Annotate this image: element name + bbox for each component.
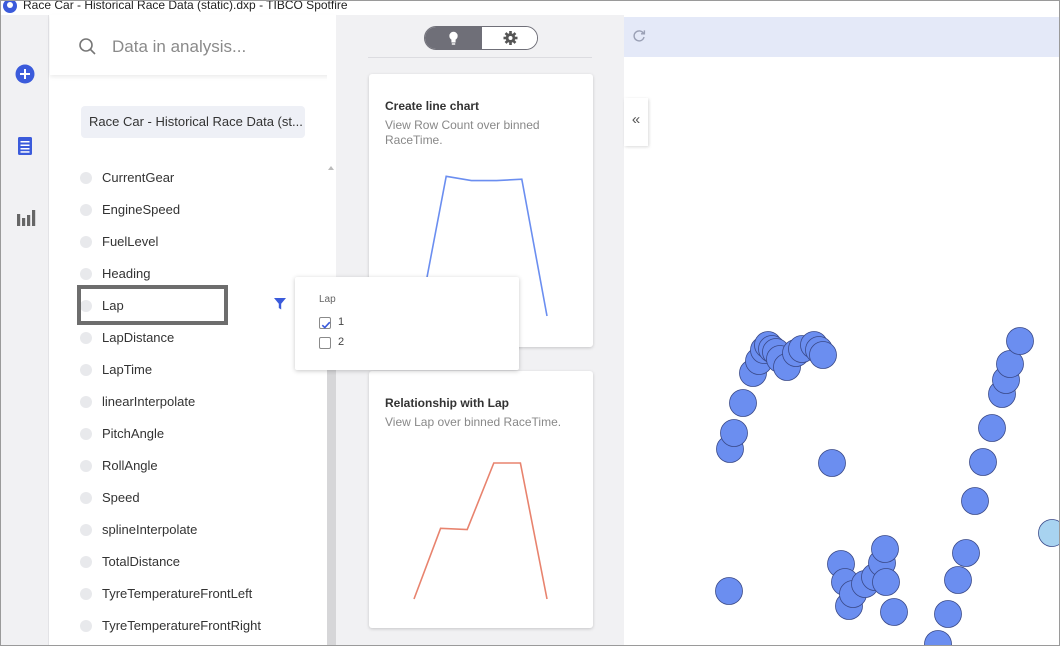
scatter-marker[interactable]: [944, 566, 972, 594]
scatter-marker[interactable]: [1038, 519, 1060, 547]
window-title: Race Car - Historical Race Data (static)…: [23, 0, 348, 12]
column-item[interactable]: splineInterpolate: [78, 515, 324, 545]
column-item[interactable]: FuelLevel: [78, 227, 324, 257]
column-type-dot-icon: [80, 268, 92, 280]
checkbox-checked-icon[interactable]: [319, 317, 331, 329]
column-type-dot-icon: [80, 364, 92, 376]
filter-option-label: 1: [338, 316, 345, 328]
search-bar: [50, 15, 336, 75]
scatter-marker[interactable]: [871, 535, 899, 563]
scatter-marker[interactable]: [818, 449, 846, 477]
column-item[interactable]: RollAngle: [78, 451, 324, 481]
filter-popup: Lap 1 2: [295, 277, 519, 370]
gear-icon: [503, 31, 518, 45]
scatter-marker[interactable]: [969, 448, 997, 476]
column-type-dot-icon: [80, 556, 92, 568]
column-label: PitchAngle: [102, 426, 165, 441]
column-item[interactable]: TotalDistance: [78, 547, 324, 577]
search-input[interactable]: [112, 33, 312, 61]
column-item[interactable]: CurrentGear: [78, 163, 324, 193]
column-type-dot-icon: [80, 460, 92, 472]
column-label: Heading: [102, 266, 151, 281]
column-label: RollAngle: [102, 458, 158, 473]
add-circle-icon[interactable]: [13, 62, 37, 86]
scroll-up-arrow-icon[interactable]: [328, 166, 334, 170]
column-label: LapDistance: [102, 330, 175, 345]
scatter-marker[interactable]: [924, 630, 952, 646]
data-table-icon[interactable]: [13, 134, 37, 158]
scatter-marker[interactable]: [880, 598, 908, 626]
column-label: FuelLevel: [102, 234, 159, 249]
checkbox-unchecked-icon[interactable]: [319, 337, 331, 349]
scatter-marker[interactable]: [729, 389, 757, 417]
settings-tab[interactable]: [482, 27, 537, 49]
divider: [368, 57, 592, 58]
column-type-dot-icon: [80, 620, 92, 632]
column-type-dot-icon: [80, 300, 92, 312]
column-type-dot-icon: [80, 236, 92, 248]
column-item[interactable]: Heading: [78, 259, 324, 289]
column-label: TyreTemperatureFrontRight: [102, 618, 261, 633]
column-type-dot-icon: [80, 492, 92, 504]
filter-icon[interactable]: [273, 297, 287, 311]
column-item[interactable]: Speed: [78, 483, 324, 513]
column-type-dot-icon: [80, 204, 92, 216]
scatter-marker[interactable]: [872, 568, 900, 596]
view-toggle: [424, 26, 538, 50]
scatter-marker[interactable]: [978, 414, 1006, 442]
column-item[interactable]: LapTime: [78, 355, 324, 385]
data-source-chip[interactable]: Race Car - Historical Race Data (st...: [81, 106, 305, 138]
column-item[interactable]: linearInterpolate: [78, 387, 324, 417]
column-item[interactable]: PitchAngle: [78, 419, 324, 449]
spotfire-logo-icon: [3, 1, 17, 13]
column-type-dot-icon: [80, 332, 92, 344]
column-item[interactable]: TyreTemperatureFrontLeft: [78, 579, 324, 609]
column-type-dot-icon: [80, 524, 92, 536]
visualization-canvas[interactable]: [624, 15, 1060, 646]
search-icon: [78, 37, 98, 57]
double-chevron-left-icon: «: [631, 111, 641, 128]
reco-card-relationship[interactable]: Relationship with Lap View Lap over binn…: [369, 371, 593, 628]
column-label: linearInterpolate: [102, 394, 196, 409]
scatter-plot: [715, 327, 1060, 646]
scatter-marker[interactable]: [720, 419, 748, 447]
column-item[interactable]: Lap: [78, 291, 324, 321]
column-type-dot-icon: [80, 428, 92, 440]
scatter-marker[interactable]: [934, 600, 962, 628]
column-type-dot-icon: [80, 588, 92, 600]
app-window: Race Car - Historical Race Data (static)…: [0, 0, 1060, 646]
column-item[interactable]: LapDistance: [78, 323, 324, 353]
column-type-dot-icon: [80, 172, 92, 184]
scatter-marker[interactable]: [809, 341, 837, 369]
filter-option-label: 2: [338, 336, 345, 348]
data-panel: Race Car - Historical Race Data (st... C…: [50, 15, 336, 645]
column-label: TotalDistance: [102, 554, 181, 569]
column-type-dot-icon: [80, 396, 92, 408]
column-item[interactable]: EngineSpeed: [78, 195, 324, 225]
column-label: splineInterpolate: [102, 522, 198, 537]
popup-title: Lap: [319, 294, 336, 305]
column-item[interactable]: TyreTemperatureFrontRight: [78, 611, 324, 641]
lightbulb-icon: [449, 31, 458, 45]
scatter-marker[interactable]: [715, 577, 743, 605]
column-label: LapTime: [102, 362, 153, 377]
column-label: TyreTemperatureFrontLeft: [102, 586, 253, 601]
collapse-panel-button[interactable]: «: [624, 98, 648, 146]
card-chart: [413, 462, 548, 600]
title-bar: Race Car - Historical Race Data (static)…: [1, 1, 1059, 15]
left-rail: [1, 15, 49, 645]
scatter-marker[interactable]: [952, 539, 980, 567]
column-label: Lap: [102, 298, 124, 313]
scatter-marker[interactable]: [1006, 327, 1034, 355]
column-label: EngineSpeed: [102, 202, 181, 217]
column-label: Speed: [102, 490, 140, 505]
column-label: CurrentGear: [102, 170, 175, 185]
scatter-marker[interactable]: [961, 487, 989, 515]
recommendations-tab[interactable]: [425, 27, 482, 49]
bar-chart-icon[interactable]: [13, 205, 37, 229]
card-chart-line: [413, 462, 548, 600]
